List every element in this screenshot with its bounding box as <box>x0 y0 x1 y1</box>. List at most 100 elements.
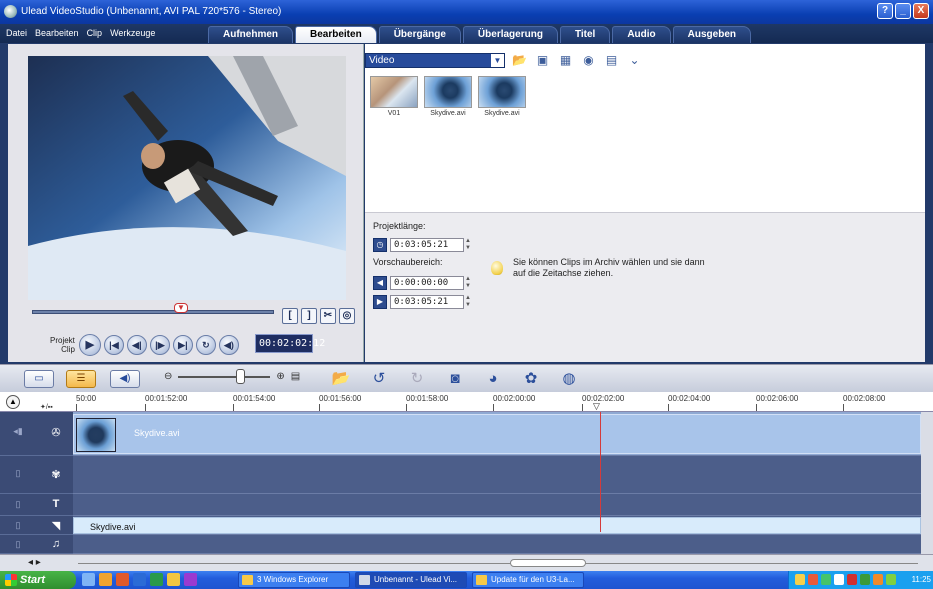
close-button[interactable]: X <box>913 3 929 19</box>
undo-icon[interactable]: ↺ <box>368 369 390 389</box>
tray-icon[interactable] <box>873 574 883 585</box>
app-shortcut-icon[interactable] <box>184 573 197 586</box>
scrubber-handle[interactable]: ▼ <box>174 303 188 313</box>
home-icon[interactable]: |◀ <box>103 335 124 355</box>
tray-icon[interactable] <box>821 574 831 585</box>
spinner-icon[interactable]: ▲ ▼ <box>464 238 472 252</box>
next-frame-icon[interactable]: |▶ <box>149 335 170 355</box>
library-clip[interactable]: V01 <box>369 76 419 117</box>
track-toggle-icon[interactable]: ◂▮ <box>4 426 32 437</box>
zoom-slider-handle[interactable] <box>236 368 246 384</box>
timeline-view-icon[interactable]: ☰ <box>66 370 96 388</box>
help-button[interactable]: ? <box>877 3 893 19</box>
folder-open-icon[interactable]: 📂 <box>511 52 528 68</box>
voice-clip[interactable]: Skydive.avi <box>73 517 921 534</box>
repeat-icon[interactable]: ↻ <box>195 335 216 355</box>
record-capture-icon[interactable]: ◙ <box>444 369 466 389</box>
tab-bearbeiten[interactable]: Bearbeiten <box>295 26 377 43</box>
mixer-icon[interactable]: ◕ <box>482 369 504 389</box>
zoom-in-icon[interactable]: ⊕ <box>276 371 284 382</box>
library-clip[interactable]: Skydive.avi <box>477 76 527 117</box>
video-clip[interactable]: Skydive.avi <box>73 414 921 454</box>
zoom-slider[interactable] <box>178 368 271 384</box>
tab-ausgeben[interactable]: Ausgeben <box>672 26 751 43</box>
tray-icon[interactable] <box>860 574 870 585</box>
minimize-button[interactable]: _ <box>895 3 911 19</box>
storyboard-view-icon[interactable]: ▭ <box>24 370 54 388</box>
ruler-toggle-icon[interactable]: ✦/▪▪ <box>40 403 53 411</box>
redo-icon[interactable]: ↻ <box>406 369 428 389</box>
projektlaenge-value[interactable]: 0:03:05:21 <box>390 237 464 252</box>
volume-icon[interactable]: ◀) <box>218 335 239 355</box>
mark-in-button[interactable]: [ <box>282 308 298 324</box>
tab-titel[interactable]: Titel <box>559 26 611 43</box>
vorschau-end-value[interactable]: 0:03:05:21 <box>390 294 464 309</box>
library-clip[interactable]: Skydive.avi <box>423 76 473 117</box>
mark-out-button[interactable]: ] <box>301 308 317 324</box>
menu-bearbeiten[interactable]: Bearbeiten <box>35 28 79 38</box>
timeline-horizontal-scrollbar[interactable]: ◂ ▸ <box>0 554 933 571</box>
tray-icon[interactable] <box>847 574 857 585</box>
menu-werkzeuge[interactable]: Werkzeuge <box>110 28 155 38</box>
scroll-up-icon[interactable]: ▲ <box>6 395 20 409</box>
sort-icon[interactable]: ▤ <box>603 52 620 68</box>
spinner-icon[interactable]: ▲ ▼ <box>464 295 472 309</box>
taskbar-ulead[interactable]: Unbenannt - Ulead Vi... <box>355 572 467 588</box>
taskbar-update[interactable]: Update für den U3-La... <box>472 572 584 588</box>
track-toggle-icon[interactable]: ▯ <box>4 499 32 510</box>
spinner-icon[interactable]: ▲ ▼ <box>464 276 472 290</box>
import-icon[interactable]: ▣ <box>534 52 551 68</box>
title-track[interactable] <box>73 494 921 516</box>
fit-timeline-icon[interactable]: ▤ <box>291 371 300 382</box>
insert-media-icon[interactable]: 📂 <box>330 369 352 389</box>
track-toggle-icon[interactable]: ▯ <box>4 520 32 531</box>
taskbar-windows-explorer[interactable]: 3 Windows Explorer <box>238 572 350 588</box>
library-category-select[interactable]: Video ▼ <box>365 52 505 68</box>
menu-clip[interactable]: Clip <box>87 28 103 38</box>
mode-projekt[interactable]: Projekt <box>50 336 75 345</box>
music-track[interactable] <box>73 535 921 554</box>
tab-aufnehmen[interactable]: Aufnehmen <box>208 26 293 43</box>
prev-frame-icon[interactable]: ◀| <box>126 335 147 355</box>
preview-scrubber[interactable]: ▼ <box>32 303 274 316</box>
media-icon[interactable]: ◉ <box>580 52 597 68</box>
browser-icon[interactable] <box>99 573 112 586</box>
library-manager-icon[interactable]: ▦ <box>557 52 574 68</box>
overlay-track[interactable] <box>73 456 921 494</box>
mode-clip[interactable]: Clip <box>50 345 75 354</box>
expand-icon[interactable]: ⌄ <box>626 52 643 68</box>
fullscreen-icon[interactable]: ◎ <box>339 308 355 324</box>
playhead-marker-icon[interactable]: ▽ <box>593 401 603 411</box>
chevron-down-icon[interactable]: ▼ <box>491 53 504 67</box>
audio-view-icon[interactable]: ◀) <box>110 370 140 388</box>
voice-track[interactable]: Skydive.avi <box>73 516 921 535</box>
scroll-thumb[interactable] <box>510 559 586 567</box>
end-icon[interactable]: ▶| <box>172 335 193 355</box>
track-toggle-icon[interactable]: ▯ <box>4 539 32 550</box>
tray-icon[interactable] <box>886 574 896 585</box>
excel-icon[interactable] <box>150 573 163 586</box>
start-button[interactable]: Start <box>0 571 76 589</box>
tab-ueberlagerung[interactable]: Überlagerung <box>462 26 558 43</box>
menu-datei[interactable]: Datei <box>6 28 27 38</box>
track-toggle-icon[interactable]: ▯ <box>4 468 32 479</box>
timeline-vertical-scrollbar[interactable] <box>921 412 933 554</box>
play-mode-labels[interactable]: Projekt Clip <box>50 336 75 354</box>
timeline-ruler[interactable]: ▲ ✦/▪▪ 50:00 00:01:52:00 00:01:54:00 00:… <box>0 392 933 412</box>
desktop-icon[interactable] <box>82 573 95 586</box>
smart-proxy-icon[interactable]: ✿ <box>520 369 542 389</box>
video-track[interactable]: Skydive.avi <box>73 412 921 456</box>
timecode-display[interactable]: 00:02:02:12 <box>255 334 325 353</box>
tray-icon[interactable] <box>808 574 818 585</box>
word-icon[interactable] <box>133 573 146 586</box>
split-clip-icon[interactable]: ✂ <box>320 308 336 324</box>
play-icon[interactable]: ▶ <box>78 334 101 356</box>
tray-icon[interactable] <box>834 574 844 585</box>
zoom-out-icon[interactable]: ⊖ <box>164 371 172 382</box>
media-player-icon[interactable] <box>116 573 129 586</box>
vorschau-start-value[interactable]: 0:00:00:00 <box>390 275 464 290</box>
scroll-arrows-icon[interactable]: ◂ ▸ <box>28 557 41 568</box>
batch-convert-icon[interactable]: ◍ <box>558 369 580 389</box>
tab-uebergaenge[interactable]: Übergänge <box>378 26 461 43</box>
tab-audio[interactable]: Audio <box>612 26 671 43</box>
